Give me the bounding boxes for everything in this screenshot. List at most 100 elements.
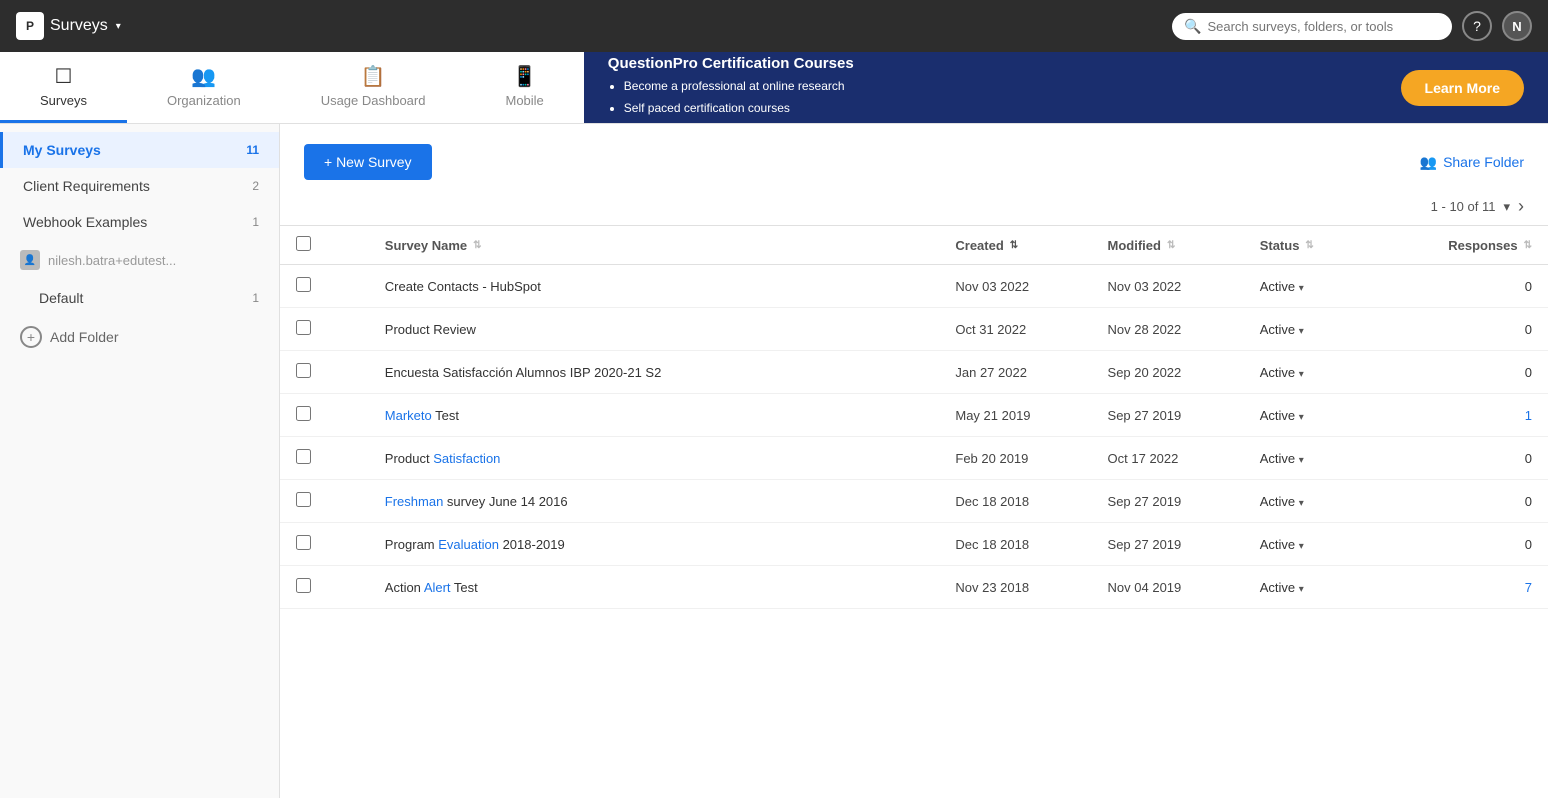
row-checkbox-5[interactable] bbox=[296, 492, 311, 507]
row-checkbox-3[interactable] bbox=[296, 406, 311, 421]
survey-name-link[interactable]: Action Alert Test bbox=[385, 580, 478, 595]
learn-more-button[interactable]: Learn More bbox=[1401, 70, 1524, 106]
sidebar-item-client-requirements[interactable]: Client Requirements 2 bbox=[0, 168, 279, 204]
row-created: Nov 23 2018 bbox=[939, 566, 1091, 609]
row-responses: 0 bbox=[1421, 523, 1548, 566]
status-badge: Active bbox=[1260, 537, 1295, 552]
survey-name-link[interactable]: Marketo Test bbox=[385, 408, 459, 423]
row-status: Active ▾ bbox=[1244, 523, 1422, 566]
promo-text: QuestionPro Certification Courses Become… bbox=[608, 55, 854, 119]
survey-name-link[interactable]: Product Satisfaction bbox=[385, 451, 501, 466]
row-responses: 7 bbox=[1421, 566, 1548, 609]
status-dropdown-arrow[interactable]: ▾ bbox=[1299, 369, 1304, 380]
status-dropdown-arrow[interactable]: ▾ bbox=[1299, 498, 1304, 509]
status-badge: Active bbox=[1260, 494, 1295, 509]
survey-name-link[interactable]: Create Contacts - HubSpot bbox=[385, 279, 541, 294]
row-modified: Nov 28 2022 bbox=[1092, 308, 1244, 351]
status-dropdown-arrow[interactable]: ▾ bbox=[1299, 584, 1304, 595]
row-checkbox-7[interactable] bbox=[296, 578, 311, 593]
sidebar-item-default-count: 1 bbox=[252, 291, 259, 305]
status-dropdown-arrow[interactable]: ▾ bbox=[1299, 455, 1304, 466]
table-row: Encuesta Satisfacción Alumnos IBP 2020-2… bbox=[280, 351, 1548, 394]
pagination-row: 1 - 10 of 11 ▾ › bbox=[280, 192, 1548, 225]
tab-organization[interactable]: 👥 Organization bbox=[127, 52, 281, 123]
tab-usage-dashboard[interactable]: 📋 Usage Dashboard bbox=[281, 52, 466, 123]
table-row: Freshman survey June 14 2016Dec 18 2018S… bbox=[280, 480, 1548, 523]
sidebar-item-my-surveys[interactable]: My Surveys 11 bbox=[0, 132, 279, 168]
organization-icon: 👥 bbox=[191, 64, 216, 89]
row-checkbox-2[interactable] bbox=[296, 363, 311, 378]
share-folder-button[interactable]: 👥 Share Folder bbox=[1420, 154, 1524, 171]
search-bar[interactable]: 🔍 bbox=[1172, 13, 1452, 40]
status-dropdown-arrow[interactable]: ▾ bbox=[1299, 326, 1304, 337]
response-count-link[interactable]: 1 bbox=[1525, 408, 1532, 423]
tab-mobile[interactable]: 📱 Mobile bbox=[465, 52, 583, 123]
status-dropdown-arrow[interactable]: ▾ bbox=[1299, 541, 1304, 552]
table-header-row: Survey Name ⇅ Created ⇅ Modified ⇅ bbox=[280, 226, 1548, 265]
modified-sort-icon[interactable]: ⇅ bbox=[1167, 240, 1175, 251]
row-responses: 0 bbox=[1421, 437, 1548, 480]
response-count-value: 0 bbox=[1525, 322, 1532, 337]
responses-sort-icon[interactable]: ⇅ bbox=[1524, 240, 1532, 251]
status-badge: Active bbox=[1260, 408, 1295, 423]
promo-title: QuestionPro Certification Courses bbox=[608, 55, 854, 72]
survey-name-link[interactable]: Freshman survey June 14 2016 bbox=[385, 494, 568, 509]
row-created: Jan 27 2022 bbox=[939, 351, 1091, 394]
avatar[interactable]: N bbox=[1502, 11, 1532, 41]
tab-surveys[interactable]: ☐ Surveys bbox=[0, 52, 127, 123]
table-row: Product SatisfactionFeb 20 2019Oct 17 20… bbox=[280, 437, 1548, 480]
sidebar-item-webhook-examples[interactable]: Webhook Examples 1 bbox=[0, 204, 279, 240]
sidebar-item-my-surveys-label: My Surveys bbox=[23, 142, 101, 158]
row-created: May 21 2019 bbox=[939, 394, 1091, 437]
search-input[interactable] bbox=[1207, 19, 1440, 34]
row-checkbox-0[interactable] bbox=[296, 277, 311, 292]
promo-bullet-1: Become a professional at online research bbox=[624, 76, 854, 98]
share-folder-icon: 👥 bbox=[1420, 154, 1437, 171]
status-dropdown-arrow[interactable]: ▾ bbox=[1299, 283, 1304, 294]
status-sort-icon[interactable]: ⇅ bbox=[1305, 240, 1313, 251]
add-folder-button[interactable]: + Add Folder bbox=[0, 316, 279, 358]
sidebar-item-client-requirements-count: 2 bbox=[252, 179, 259, 193]
row-status: Active ▾ bbox=[1244, 265, 1422, 308]
pagination-next-button[interactable]: › bbox=[1518, 196, 1524, 217]
help-button[interactable]: ? bbox=[1462, 11, 1492, 41]
brand-title: Surveys bbox=[50, 17, 108, 35]
row-status: Active ▾ bbox=[1244, 351, 1422, 394]
row-checkbox-1[interactable] bbox=[296, 320, 311, 335]
sidebar-user-folder: 👤 nilesh.batra+edutest... bbox=[0, 240, 279, 280]
promo-banner: QuestionPro Certification Courses Become… bbox=[584, 52, 1548, 123]
select-all-checkbox[interactable] bbox=[296, 236, 311, 251]
row-created: Dec 18 2018 bbox=[939, 480, 1091, 523]
brand-logo: P bbox=[16, 12, 44, 40]
add-folder-icon: + bbox=[20, 326, 42, 348]
th-created: Created ⇅ bbox=[939, 226, 1091, 265]
sidebar-item-default[interactable]: Default 1 bbox=[0, 280, 279, 316]
tab-bar: ☐ Surveys 👥 Organization 📋 Usage Dashboa… bbox=[0, 52, 1548, 124]
th-checkbox bbox=[280, 226, 369, 265]
row-checkbox-4[interactable] bbox=[296, 449, 311, 464]
brand-dropdown-arrow[interactable]: ▾ bbox=[116, 21, 121, 32]
created-sort-icon[interactable]: ⇅ bbox=[1010, 240, 1018, 251]
new-survey-button[interactable]: + New Survey bbox=[304, 144, 432, 180]
table-row: Program Evaluation 2018-2019Dec 18 2018S… bbox=[280, 523, 1548, 566]
survey-name-link[interactable]: Program Evaluation 2018-2019 bbox=[385, 537, 565, 552]
brand-area: P Surveys ▾ bbox=[16, 12, 121, 40]
th-status: Status ⇅ bbox=[1244, 226, 1422, 265]
row-checkbox-6[interactable] bbox=[296, 535, 311, 550]
survey-name-link[interactable]: Product Review bbox=[385, 322, 476, 337]
table-row: Product ReviewOct 31 2022Nov 28 2022Acti… bbox=[280, 308, 1548, 351]
pagination-dropdown[interactable]: ▾ bbox=[1503, 199, 1510, 215]
sidebar-item-webhook-examples-count: 1 bbox=[252, 215, 259, 229]
status-dropdown-arrow[interactable]: ▾ bbox=[1299, 412, 1304, 423]
status-badge: Active bbox=[1260, 322, 1295, 337]
survey-name-sort-icon[interactable]: ⇅ bbox=[473, 240, 481, 251]
response-count-link[interactable]: 7 bbox=[1525, 580, 1532, 595]
table-row: Create Contacts - HubSpotNov 03 2022Nov … bbox=[280, 265, 1548, 308]
response-count-value: 0 bbox=[1525, 494, 1532, 509]
pagination-text: 1 - 10 of 11 bbox=[1431, 199, 1496, 214]
row-responses: 0 bbox=[1421, 351, 1548, 394]
sidebar: My Surveys 11 Client Requirements 2 Webh… bbox=[0, 124, 280, 798]
row-responses: 1 bbox=[1421, 394, 1548, 437]
table-row: Marketo TestMay 21 2019Sep 27 2019Active… bbox=[280, 394, 1548, 437]
survey-name-link[interactable]: Encuesta Satisfacción Alumnos IBP 2020-2… bbox=[385, 365, 662, 380]
